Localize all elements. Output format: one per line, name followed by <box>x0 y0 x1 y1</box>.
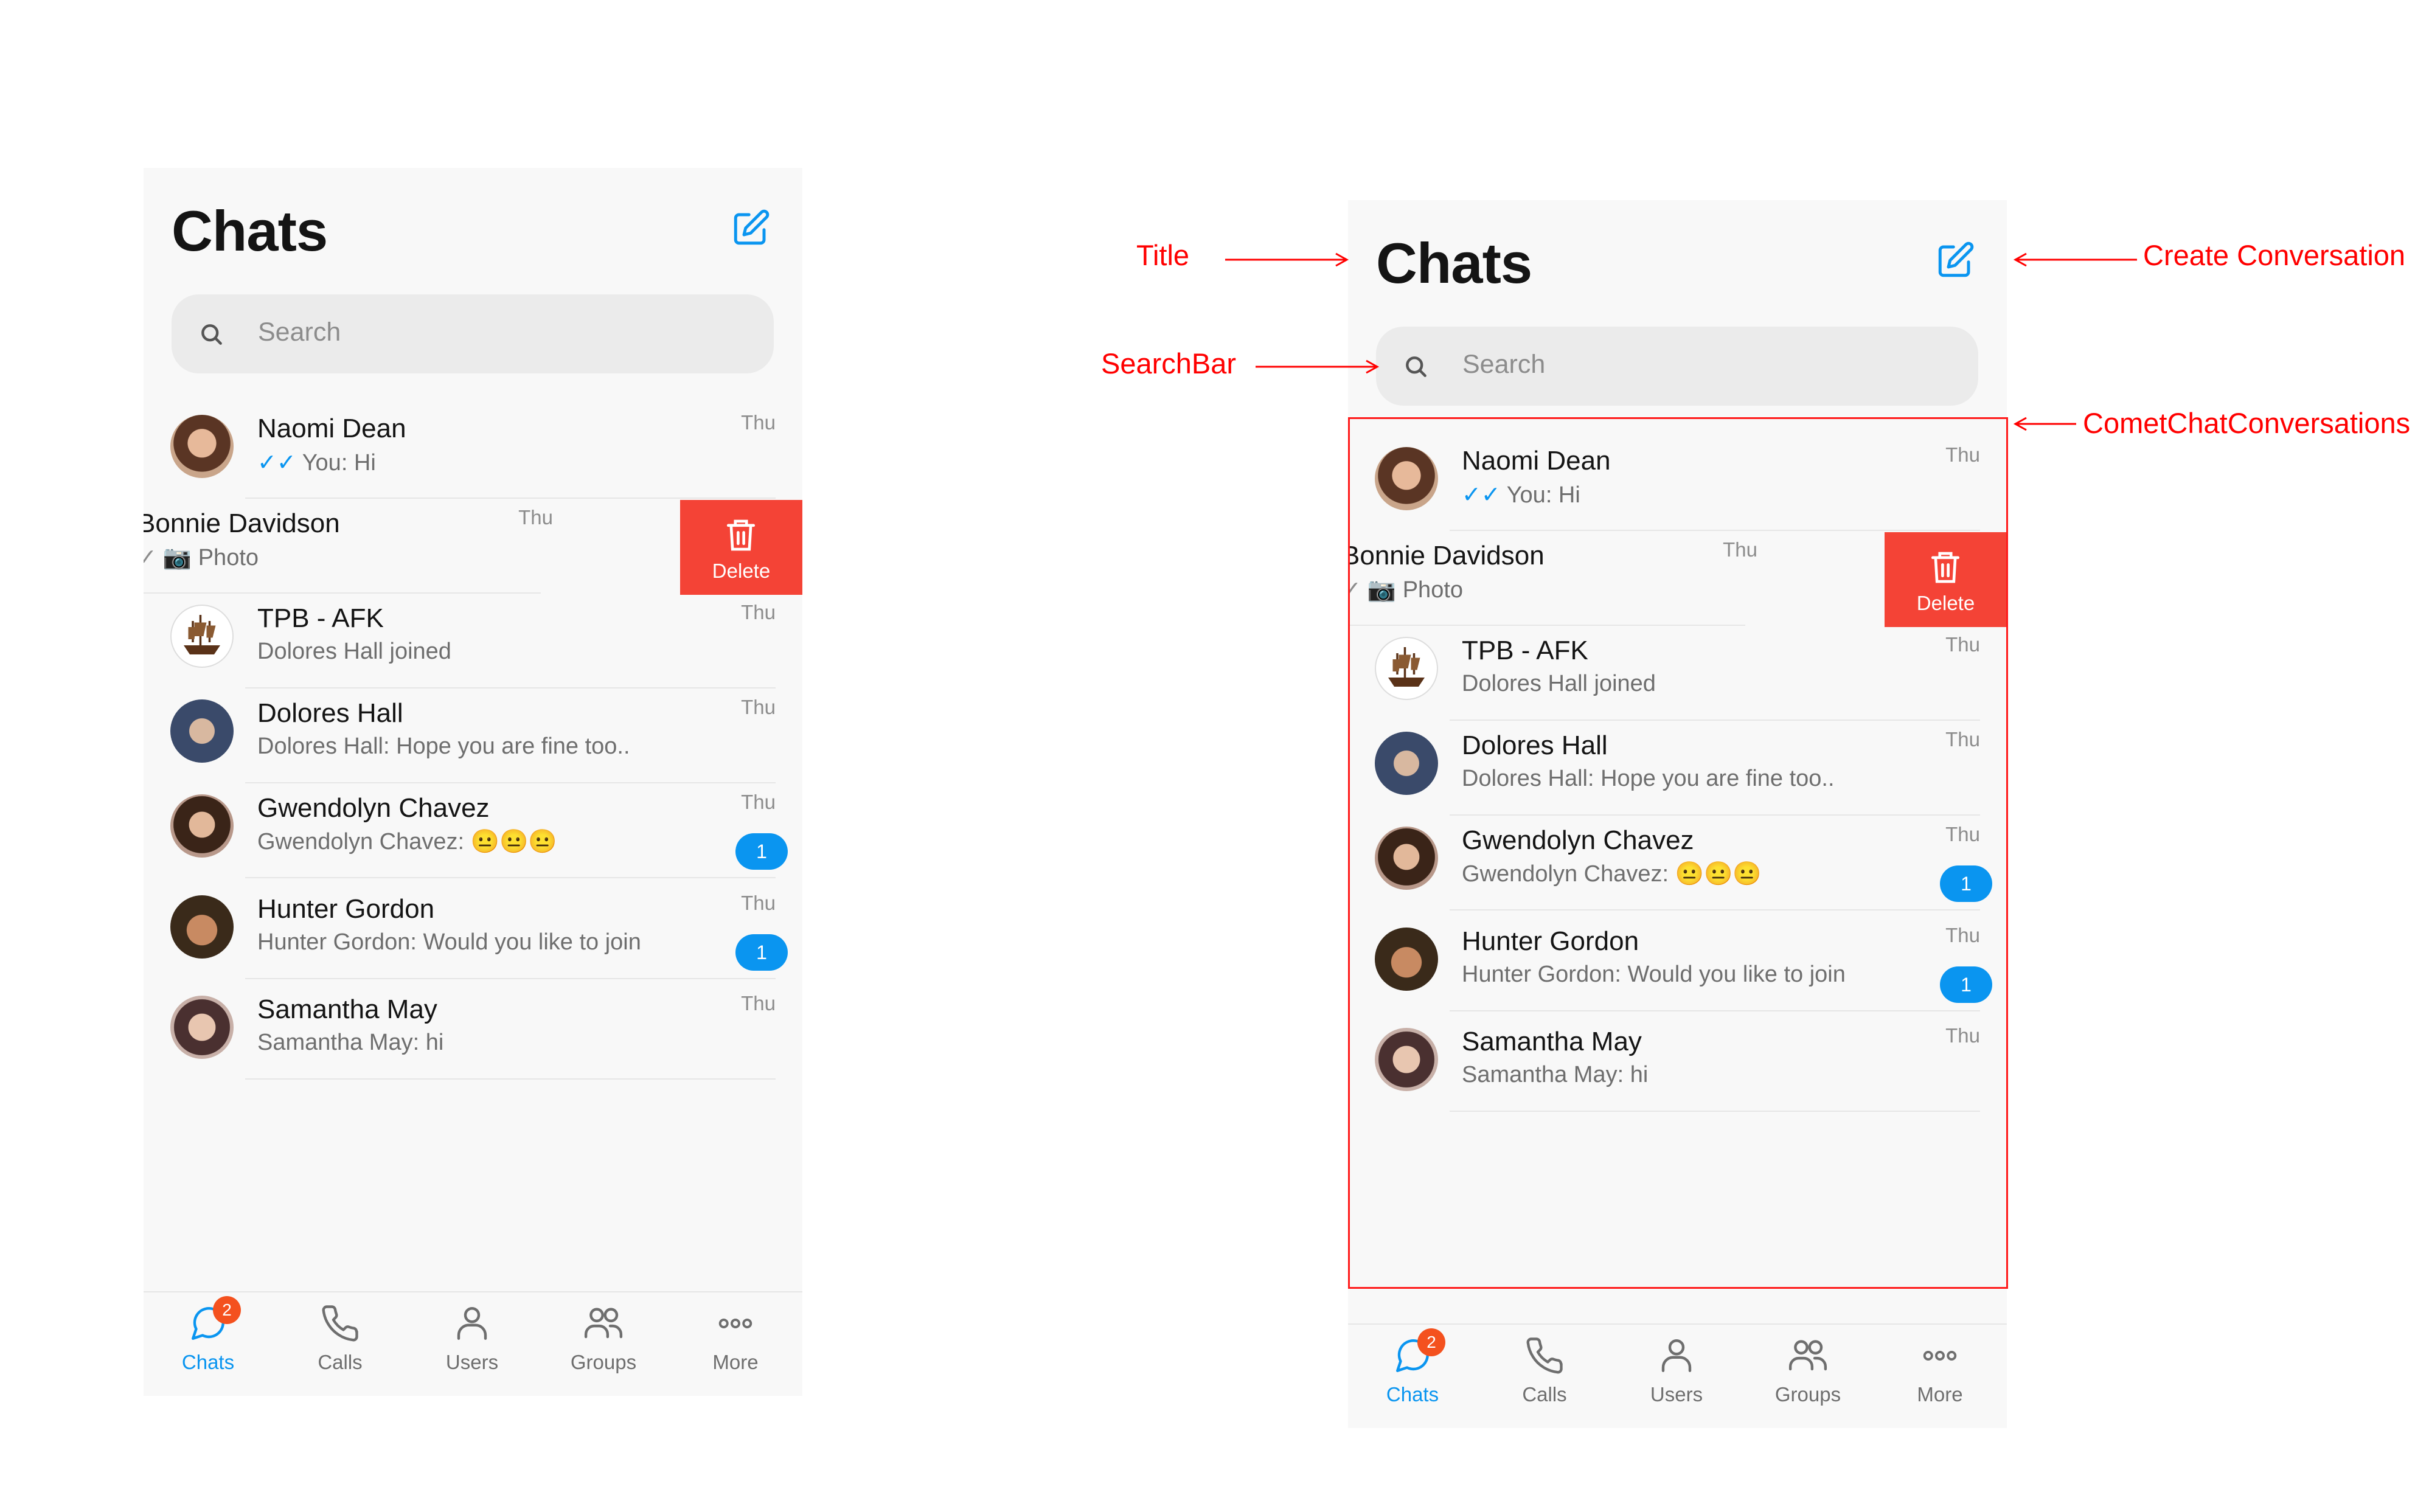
annotation-arrows <box>1225 252 2137 431</box>
